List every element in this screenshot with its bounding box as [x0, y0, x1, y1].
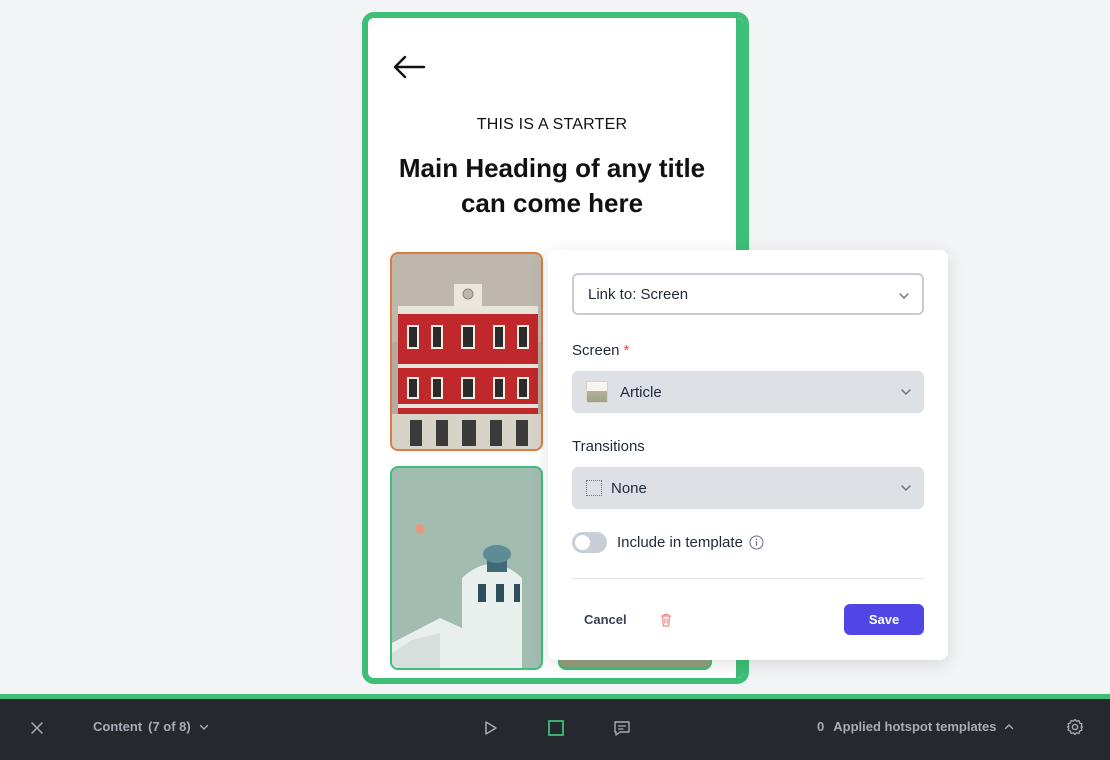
chevron-down-icon — [199, 724, 208, 730]
building-image — [392, 254, 541, 449]
screen-value: Article — [620, 383, 662, 401]
screen-label-text: Screen — [572, 342, 620, 359]
content-count: (7 of 8) — [148, 719, 191, 734]
transitions-label: Transitions — [572, 438, 645, 455]
main-heading: Main Heading of any title can come here — [398, 153, 706, 218]
image-card-church[interactable] — [390, 466, 543, 670]
gear-icon[interactable] — [1065, 717, 1085, 737]
content-selector[interactable]: Content (7 of 8) — [93, 719, 209, 734]
panel-divider — [572, 578, 924, 579]
save-button[interactable]: Save — [844, 604, 924, 635]
bottom-toolbar: Content (7 of 8) 0 Applied hotspot templ… — [0, 694, 1110, 760]
link-to-select[interactable]: Link to: Screen — [572, 273, 924, 315]
toggle-knob — [575, 535, 590, 550]
screen-label: Screen * — [572, 342, 629, 359]
content-label: Content — [93, 719, 143, 734]
play-icon[interactable] — [480, 718, 500, 738]
chevron-down-icon — [901, 389, 911, 396]
include-template-label: Include in template — [617, 534, 743, 551]
screen-thumbnail — [586, 381, 608, 403]
required-asterisk: * — [623, 342, 630, 359]
include-template-row: Include in template — [572, 532, 764, 553]
hotspot-settings-panel: Link to: Screen Screen * Article Transiti… — [548, 250, 948, 660]
chevron-down-icon — [899, 293, 909, 300]
cancel-button[interactable]: Cancel — [572, 604, 639, 634]
link-to-value: Link to: Screen — [588, 285, 689, 303]
applied-count: 0 — [817, 719, 825, 734]
transitions-value: None — [611, 479, 647, 497]
applied-label: Applied hotspot templates — [833, 719, 997, 734]
eyebrow-text: THIS IS A STARTER — [476, 116, 628, 133]
applied-templates-selector[interactable]: 0 Applied hotspot templates — [817, 719, 1014, 734]
image-card-building[interactable] — [390, 252, 543, 451]
phone-status-area — [368, 18, 743, 32]
trash-icon[interactable] — [656, 610, 676, 630]
hotspot-square-icon[interactable] — [546, 718, 566, 738]
close-icon[interactable] — [28, 719, 46, 737]
back-arrow-icon[interactable] — [392, 54, 426, 80]
info-icon[interactable] — [749, 535, 764, 550]
screen-select[interactable]: Article — [572, 371, 924, 413]
chevron-up-icon — [1005, 723, 1014, 729]
transition-none-icon — [586, 480, 602, 496]
comment-icon[interactable] — [612, 718, 632, 738]
church-image — [392, 468, 541, 668]
include-template-toggle[interactable] — [572, 532, 607, 553]
chevron-down-icon — [901, 485, 911, 492]
transitions-select[interactable]: None — [572, 467, 924, 509]
